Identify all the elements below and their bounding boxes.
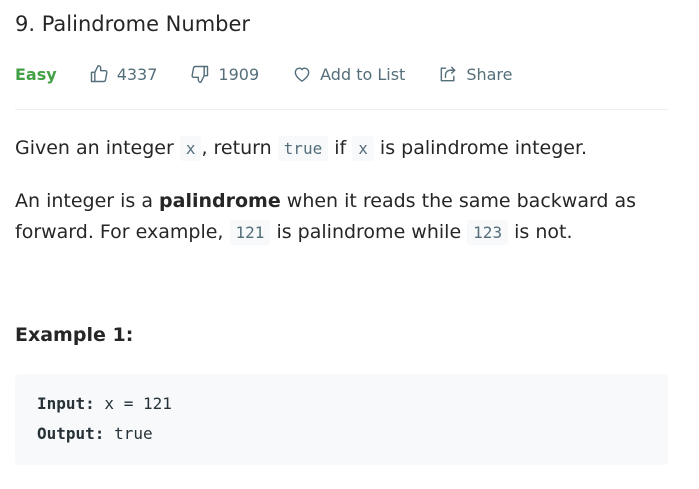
inline-code-true: true [277, 136, 329, 161]
bold-term: palindrome [159, 190, 281, 212]
inline-code-121: 121 [229, 220, 271, 245]
example-output-line: Output: true [37, 424, 153, 443]
problem-title: 9. Palindrome Number [15, 12, 251, 36]
like-button[interactable]: 4337 [89, 64, 158, 84]
share-icon [440, 66, 456, 82]
example-title: Example 1: [15, 324, 134, 346]
input-label: Input: [37, 394, 95, 413]
thumbs-down-icon [191, 65, 209, 84]
divider [15, 109, 668, 110]
dislike-count: 1909 [218, 64, 260, 84]
difficulty-badge: Easy [15, 64, 57, 84]
description-text: Given an integer [15, 137, 180, 159]
like-count: 4337 [116, 64, 158, 84]
output-label: Output: [37, 424, 105, 443]
description-text: is not. [508, 221, 573, 243]
inline-code-123: 123 [467, 220, 509, 245]
example-code-block: Input: x = 121 Output: true [15, 374, 668, 465]
share-label: Share [466, 64, 513, 84]
share-button[interactable]: Share [438, 64, 512, 84]
input-value: x = 121 [94, 394, 172, 413]
output-value: true [104, 424, 153, 443]
heart-icon [294, 67, 310, 82]
description-text: An integer is a [15, 190, 160, 212]
dislike-button[interactable]: 1909 [190, 64, 259, 84]
thumbs-up-icon [90, 64, 108, 83]
problem-meta-bar: Easy 4337 1909 Add to List Share [15, 61, 512, 87]
description-text: is palindrome while [270, 221, 468, 243]
add-to-list-label: Add to List [320, 64, 406, 84]
inline-code-x: x [352, 136, 374, 161]
inline-code-x: x [179, 136, 202, 161]
description-text: , return [201, 137, 278, 159]
description-text: is palindrome integer. [373, 137, 588, 159]
add-to-list-button[interactable]: Add to List [292, 64, 405, 84]
description-text: if [328, 137, 353, 159]
description-paragraph-1: Given an integer x, return true if x is … [15, 133, 665, 164]
example-input-line: Input: x = 121 [37, 394, 172, 413]
description-paragraph-2: An integer is a palindrome when it reads… [15, 186, 665, 248]
